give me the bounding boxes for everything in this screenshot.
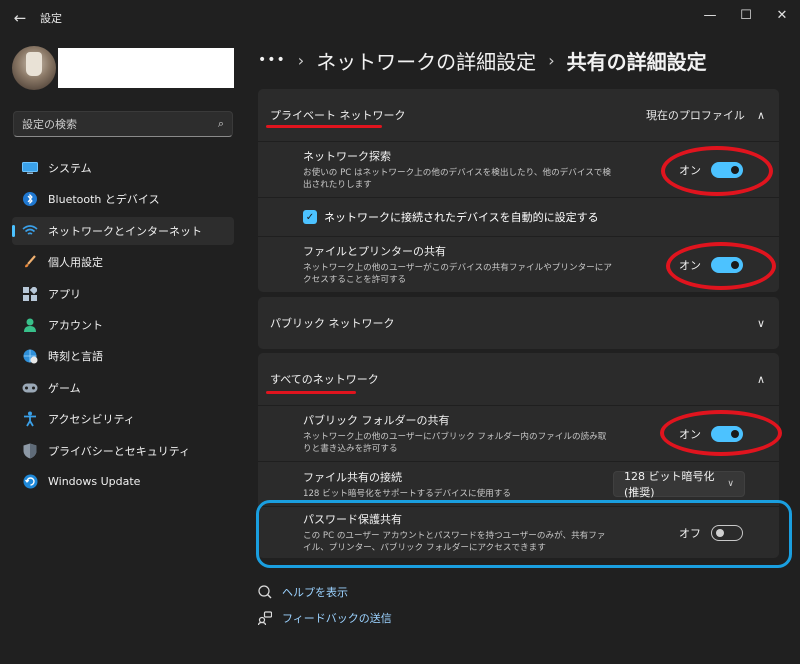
search-box[interactable]: ⌕ (13, 111, 233, 137)
encryption-dropdown[interactable]: 128 ビット暗号化 (推奨) ∨ (613, 470, 745, 499)
annotation-box (256, 500, 792, 568)
sidebar-item-label: ゲーム (48, 381, 81, 395)
private-network-header[interactable]: プライベート ネットワーク 現在のプロファイル ∧ (258, 89, 779, 141)
sidebar-item-label: アカウント (48, 318, 103, 332)
sidebar-item-personalization[interactable]: 個人用設定 (12, 248, 234, 276)
setting-description: 128 ビット暗号化をサポートするデバイスに使用する (303, 488, 511, 499)
public-network-section: パブリック ネットワーク ∨ (258, 297, 779, 349)
title-bar: ← 設定 — ☐ ✕ (0, 0, 800, 36)
setting-title: ファイル共有の接続 (303, 470, 402, 484)
sidebar-nav: システム Bluetooth とデバイス ネットワークとインターネット 個人用設… (12, 154, 234, 499)
close-button[interactable]: ✕ (764, 0, 800, 30)
breadcrumb: ••• › ネットワークの詳細設定 › 共有の詳細設定 (258, 44, 707, 76)
app-title: 設定 (40, 12, 62, 25)
sidebar-item-label: プライバシーとセキュリティ (48, 444, 191, 458)
apps-icon (21, 285, 39, 303)
setting-title: ネットワーク探索 (303, 150, 391, 163)
section-title: プライベート ネットワーク (270, 109, 406, 122)
chevron-up-icon[interactable]: ∧ (757, 373, 765, 386)
help-link-label: ヘルプを表示 (282, 586, 348, 599)
brush-icon (21, 253, 39, 271)
setting-title: ファイルとプリンターの共有 (303, 245, 446, 258)
all-networks-header[interactable]: すべてのネットワーク ∧ (258, 353, 779, 405)
gamepad-icon (21, 379, 39, 397)
current-profile-badge: 現在のプロファイル (645, 109, 745, 122)
accessibility-icon (21, 410, 39, 428)
bluetooth-icon (21, 190, 39, 208)
user-profile[interactable] (12, 46, 234, 90)
feedback-link-label: フィードバックの送信 (282, 612, 392, 625)
window-controls: — ☐ ✕ (692, 0, 800, 30)
setting-description: お使いの PC はネットワーク上の他のデバイスを検出したり、他のデバイスで検出さ… (303, 168, 611, 190)
breadcrumb-parent-link[interactable]: ネットワークの詳細設定 (316, 46, 536, 75)
maximize-button[interactable]: ☐ (728, 0, 764, 30)
update-icon (21, 473, 39, 491)
page-title: 共有の詳細設定 (566, 49, 707, 74)
breadcrumb-separator-icon: › (548, 50, 555, 70)
sidebar-item-gaming[interactable]: ゲーム (12, 374, 234, 402)
minimize-icon: — (703, 7, 717, 23)
sidebar-item-label: 時刻と言語 (48, 350, 103, 364)
annotation-underline (266, 391, 356, 394)
dropdown-value: 128 ビット暗号化 (推奨) (624, 470, 715, 499)
back-button[interactable]: ← (0, 0, 40, 36)
sidebar-item-time-language[interactable]: 時刻と言語 (12, 342, 234, 370)
sidebar-item-accessibility[interactable]: アクセシビリティ (12, 405, 234, 433)
avatar (12, 46, 56, 90)
setting-description: ネットワーク上の他のユーザーがこのデバイスの共有ファイルやプリンターにアクセスす… (303, 263, 612, 285)
sidebar-item-privacy-security[interactable]: プライバシーとセキュリティ (12, 437, 234, 465)
sidebar-item-label: アプリ (48, 287, 81, 301)
feedback-icon (258, 611, 272, 625)
wifi-icon (21, 222, 39, 240)
sidebar-item-network[interactable]: ネットワークとインターネット (12, 216, 234, 245)
checkbox-label: ネットワークに接続されたデバイスを自動的に設定する (324, 211, 599, 224)
profile-name-redacted (58, 48, 234, 88)
sidebar-item-accounts[interactable]: アカウント (12, 311, 234, 339)
section-title: パブリック ネットワーク (270, 317, 395, 330)
annotation-circle (666, 242, 776, 290)
auto-setup-checkbox[interactable]: ✓ (303, 210, 317, 224)
chevron-down-icon[interactable]: ∨ (757, 317, 765, 330)
sidebar-item-windows-update[interactable]: Windows Update (12, 468, 234, 496)
globe-clock-icon (21, 347, 39, 365)
minimize-button[interactable]: — (692, 0, 728, 30)
chevron-down-icon: ∨ (727, 479, 734, 489)
person-icon (21, 316, 39, 334)
section-title: すべてのネットワーク (270, 373, 379, 386)
annotation-circle (661, 146, 773, 196)
breadcrumb-separator-icon: › (297, 50, 305, 70)
monitor-icon (21, 159, 39, 177)
sidebar-item-label: ネットワークとインターネット (48, 224, 202, 238)
setting-title: パブリック フォルダーの共有 (303, 414, 450, 427)
sidebar-item-label: システム (48, 162, 92, 175)
search-input[interactable] (22, 117, 218, 131)
annotation-circle (660, 410, 782, 456)
sidebar-item-system[interactable]: システム (12, 154, 234, 182)
search-icon[interactable]: ⌕ (218, 117, 224, 131)
maximize-icon: ☐ (740, 7, 752, 23)
breadcrumb-more-button[interactable]: ••• (258, 52, 286, 68)
sidebar-item-apps[interactable]: アプリ (12, 280, 234, 308)
help-icon (258, 585, 272, 599)
sidebar-item-label: Bluetooth とデバイス (48, 193, 160, 207)
shield-icon (21, 442, 39, 460)
feedback-link[interactable]: フィードバックの送信 (258, 610, 392, 626)
public-network-header[interactable]: パブリック ネットワーク ∨ (258, 297, 779, 349)
sidebar-item-label: Windows Update (48, 475, 141, 489)
back-arrow-icon: ← (13, 9, 27, 27)
help-link[interactable]: ヘルプを表示 (258, 584, 348, 600)
setting-description: ネットワーク上の他のユーザーにパブリック フォルダー内のファイルの読み取りと書き… (303, 432, 607, 454)
sidebar-item-bluetooth[interactable]: Bluetooth とデバイス (12, 185, 234, 213)
sidebar-item-label: 個人用設定 (48, 256, 103, 270)
sidebar-item-label: アクセシビリティ (48, 413, 135, 427)
chevron-up-icon[interactable]: ∧ (757, 109, 765, 122)
annotation-underline (266, 125, 382, 128)
close-icon: ✕ (776, 7, 788, 23)
auto-setup-row: ✓ ネットワークに接続されたデバイスを自動的に設定する (258, 197, 779, 236)
